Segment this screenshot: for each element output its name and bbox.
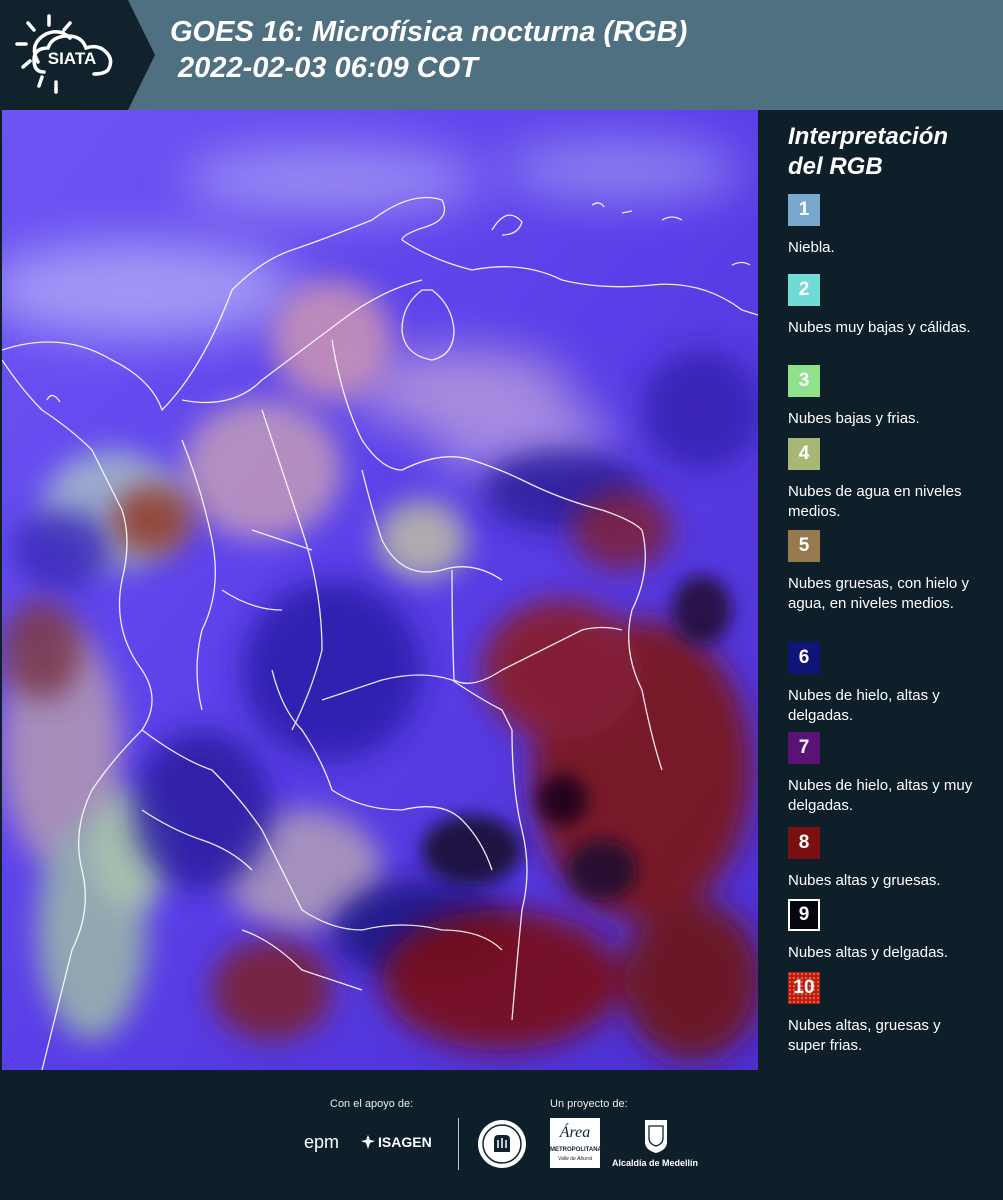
page-title: GOES 16: Microfísica nocturna (RGB) 2022… [170,14,687,86]
legend-panel: Interpretación del RGB 1 Niebla. 2 Nubes… [758,110,1003,1070]
legend-label-4: Nubes de agua en niveles medios. [788,483,962,520]
title-line-2: 2022-02-03 06:09 COT [170,52,478,84]
legend-item-5: 5 Nubes gruesas, con hielo y agua, en ni… [788,530,978,614]
legend-swatch-5: 5 [788,530,820,562]
legend-title: Interpretación del RGB [788,122,948,182]
isagen-logo-icon [361,1135,375,1149]
legend-label-2: Nubes muy bajas y cálidas. [788,319,971,336]
legend-swatch-4: 4 [788,438,820,470]
isagen-logo: ISAGEN [378,1134,432,1150]
legend-item-10: 10 Nubes altas, gruesas y super frias. [788,972,978,1056]
legend-item-1: 1 Niebla. [788,194,978,258]
legend-swatch-1: 1 [788,194,820,226]
legend-item-2: 2 Nubes muy bajas y cálidas. [788,274,978,338]
legend-label-5: Nubes gruesas, con hielo y agua, en nive… [788,575,969,612]
satellite-map[interactable] [2,110,758,1070]
legend-label-1: Niebla. [788,239,835,256]
siata-logo-icon: SIATA [15,14,113,94]
support-label: Con el apoyo de: [330,1098,414,1110]
footer: Con el apoyo de: Un proyecto de: epm ISA… [0,1070,1003,1200]
logo-panel: SIATA [0,0,155,110]
legend-swatch-2: 2 [788,274,820,306]
legend-item-8: 8 Nubes altas y gruesas. [788,827,978,891]
legend-swatch-10: 10 [788,972,820,1004]
legend-swatch-6: 6 [788,642,820,674]
title-line-1: GOES 16: Microfísica nocturna (RGB) [170,16,688,48]
epm-logo: epm [304,1132,340,1152]
legend-label-10: Nubes altas, gruesas y super frias. [788,1017,941,1054]
legend-item-3: 3 Nubes bajas y frias. [788,365,978,429]
header: SIATA GOES 16: Microfísica nocturna (RGB… [0,0,1003,110]
medellin-shield-icon [645,1120,667,1153]
legend-swatch-8: 8 [788,827,820,859]
area-logo-line2: METROPOLITANA [550,1147,602,1153]
legend-title-line-2: del RGB [788,153,883,180]
area-logo-line3: Valle de Aburrá [557,1156,593,1162]
legend-title-line-1: Interpretación [788,123,949,150]
footer-separator [458,1118,459,1170]
logo-text: SIATA [48,49,96,68]
legend-item-7: 7 Nubes de hielo, altas y muy delgadas. [788,732,978,816]
legend-item-6: 6 Nubes de hielo, altas y delgadas. [788,642,978,726]
legend-label-3: Nubes bajas y frias. [788,410,920,427]
legend-swatch-3: 3 [788,365,820,397]
legend-swatch-7: 7 [788,732,820,764]
satellite-image [2,110,758,1070]
seal-icon [478,1120,526,1168]
legend-swatch-9: 9 [788,899,820,931]
area-logo-word: Área [559,1124,591,1141]
area-metropolitana-logo: Área METROPOLITANA Valle de Aburrá [550,1118,602,1168]
legend-label-6: Nubes de hielo, altas y delgadas. [788,687,940,724]
legend-item-4: 4 Nubes de agua en niveles medios. [788,438,978,522]
project-label: Un proyecto de: [550,1098,628,1110]
legend-label-7: Nubes de hielo, altas y muy delgadas. [788,777,973,814]
medellin-label: Alcaldía de Medellín [612,1158,699,1168]
legend-item-9: 9 Nubes altas y delgadas. [788,899,978,963]
legend-label-9: Nubes altas y delgadas. [788,944,949,961]
legend-label-8: Nubes altas y gruesas. [788,872,941,889]
